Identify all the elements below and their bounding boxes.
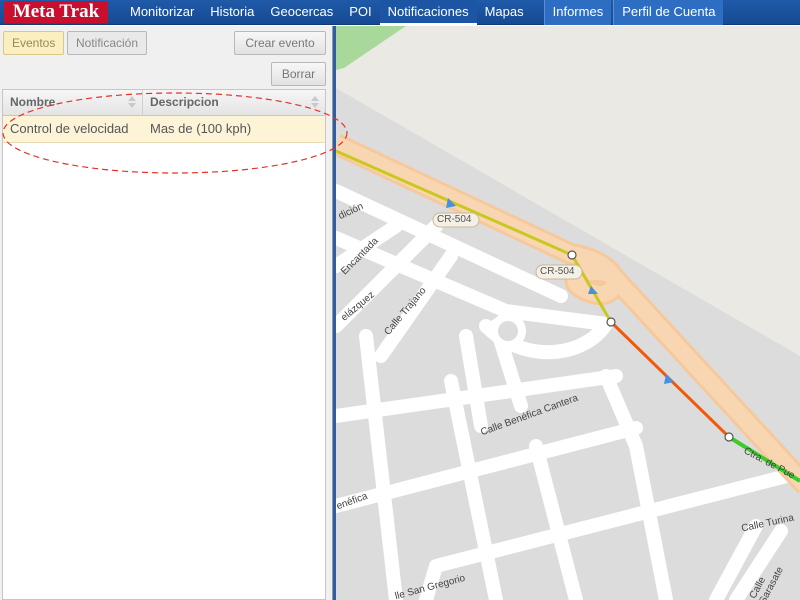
table-row[interactable]: Control de velocidad Mas de (100 kph) xyxy=(3,116,325,143)
create-event-button[interactable]: Crear evento xyxy=(234,31,326,55)
sort-icon[interactable] xyxy=(128,96,137,109)
column-header-descripcion[interactable]: Descripcion xyxy=(143,90,325,116)
main-nav: Monitorizar Historia Geocercas POI Notif… xyxy=(122,0,724,25)
road-label-cr504: CR-504 xyxy=(437,214,472,225)
nav-informes[interactable]: Informes xyxy=(543,0,612,25)
events-panel: Eventos Notificación Crear evento Borrar… xyxy=(0,26,333,600)
nav-poi[interactable]: POI xyxy=(341,0,379,25)
column-header-label: Descripcion xyxy=(150,95,219,109)
cell-nombre: Control de velocidad xyxy=(10,121,129,136)
delete-button[interactable]: Borrar xyxy=(271,62,326,86)
nav-monitorizar[interactable]: Monitorizar xyxy=(122,0,202,25)
column-header-label: Nombre xyxy=(10,95,56,109)
road-label-cr504: CR-504 xyxy=(540,266,575,277)
nav-notificaciones[interactable]: Notificaciones xyxy=(379,0,477,25)
sort-icon[interactable] xyxy=(311,96,320,109)
tab-eventos[interactable]: Eventos xyxy=(3,31,65,55)
nav-mapas[interactable]: Mapas xyxy=(477,0,532,25)
nav-geocercas[interactable]: Geocercas xyxy=(262,0,341,25)
nav-historia[interactable]: Historia xyxy=(202,0,262,25)
cell-descripcion: Mas de (100 kph) xyxy=(150,121,252,136)
tab-notificacion[interactable]: Notificación xyxy=(67,31,148,55)
nav-perfil-de-cuenta[interactable]: Perfil de Cuenta xyxy=(613,0,724,25)
grid-header: Nombre Descripcion xyxy=(3,90,325,116)
map-view[interactable]: CR-504 CR-504 dición Encantada elázquez … xyxy=(336,26,800,600)
events-grid: Nombre Descripcion Control de velocidad … xyxy=(2,89,326,600)
column-header-nombre[interactable]: Nombre xyxy=(3,90,143,116)
app-logo: Meta Trak xyxy=(4,1,108,23)
top-navigation-bar: Meta Trak Monitorizar Historia Geocercas… xyxy=(0,0,800,25)
